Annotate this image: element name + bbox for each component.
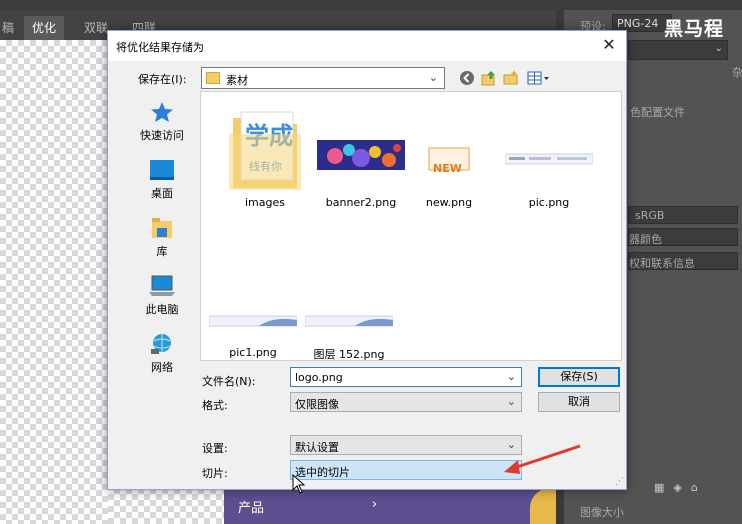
ps-dropdown[interactable]: ⌄: [628, 40, 728, 60]
place-label: 库: [156, 245, 168, 258]
format-value: 仅限图像: [295, 398, 339, 411]
filename-input[interactable]: logo.png ⌄: [290, 367, 522, 387]
file-name: banner2.png: [325, 196, 397, 209]
save-in-label: 保存在(I):: [138, 73, 187, 86]
slices-label: 切片:: [202, 467, 228, 480]
settings-value: 默认设置: [295, 441, 339, 454]
new-badge-thumbnail: [428, 147, 470, 171]
place-label: 桌面: [151, 187, 173, 200]
annotation-arrow: [504, 444, 581, 474]
file-name: images: [245, 196, 285, 209]
place-label: 此电脑: [145, 303, 179, 316]
partial-text: 杂: [732, 66, 742, 79]
lock-icon[interactable]: ⌂: [691, 481, 707, 494]
file-name: new.png: [425, 196, 473, 209]
cube-icon[interactable]: ◈: [673, 481, 690, 494]
file-name: 图层 152.png: [313, 348, 385, 361]
current-folder: 素材: [226, 74, 248, 87]
folder-dropdown[interactable]: 素材 ⌄: [201, 67, 445, 89]
watermark-logo: 黑马程: [664, 18, 725, 40]
canvas-transparency-bottom: [108, 488, 224, 524]
library-icon: [152, 218, 172, 238]
close-icon[interactable]: ✕: [592, 31, 626, 61]
browser-color-value: 器颜色: [629, 233, 662, 246]
star-icon: [151, 102, 173, 122]
canvas-transparency: [0, 40, 108, 524]
format-select[interactable]: 仅限图像 ⌄: [290, 392, 522, 412]
file-item-banner2[interactable]: banner2.png: [311, 104, 411, 224]
tab-original[interactable]: 稿: [0, 16, 22, 40]
new-folder-icon[interactable]: [502, 69, 520, 87]
metadata-field[interactable]: 权和联系信息: [628, 252, 738, 270]
file-list: 学成 线有你 images banner2.png NE: [200, 91, 622, 361]
color-space-value: sRGB: [635, 209, 665, 222]
folder-icon: 学成 线有你: [229, 111, 301, 190]
file-name: pic.png: [528, 196, 570, 209]
format-label: 格式:: [202, 399, 228, 412]
place-network[interactable]: 网络: [124, 329, 200, 387]
ps-menubar: [0, 0, 742, 10]
tab-optimized[interactable]: 优化: [24, 16, 65, 40]
preset-value: PNG-24: [617, 17, 659, 30]
chevron-down-icon: ⌄: [506, 395, 516, 408]
place-label: 网络: [151, 361, 173, 374]
panel-icons: ▦◈⌂: [654, 481, 707, 494]
resize-grip-icon[interactable]: ⋰: [615, 477, 624, 487]
grid-icon[interactable]: ▦: [654, 481, 673, 494]
color-space-field[interactable]: sRGB: [628, 206, 738, 224]
strip-thumbnail: [505, 153, 593, 165]
new-badge-text: NEW: [433, 162, 462, 175]
computer-icon: [149, 275, 175, 296]
file-item-layer152[interactable]: 图层 152.png: [299, 254, 399, 374]
file-item-pic[interactable]: pic.png: [499, 104, 599, 224]
chevron-down-icon: ⌄: [714, 43, 723, 54]
mouse-cursor-icon: [292, 474, 306, 494]
desktop-icon: [150, 160, 174, 180]
dialog-title: 将优化结果存储为: [116, 41, 204, 54]
up-folder-icon[interactable]: [480, 69, 498, 87]
settings-select[interactable]: 默认设置 ⌄: [290, 435, 522, 455]
file-item-images[interactable]: 学成 线有你 images: [215, 104, 315, 224]
cancel-button[interactable]: 取消: [538, 392, 620, 412]
save-button[interactable]: 保存(S): [538, 367, 620, 387]
places-bar: 快速访问 桌面 库 此电脑 网络: [124, 97, 200, 387]
back-icon[interactable]: [458, 69, 476, 87]
folder-icon: [206, 72, 220, 84]
filename-value: logo.png: [295, 371, 343, 384]
banner-thumbnail: [317, 140, 405, 170]
place-quick-access[interactable]: 快速访问: [124, 97, 200, 155]
file-item-pic1[interactable]: pic1.png: [203, 254, 303, 374]
color-profile-text: 色配置文件: [630, 106, 685, 119]
place-label: 快速访问: [140, 129, 184, 142]
place-this-pc[interactable]: 此电脑: [124, 271, 200, 329]
chevron-down-icon[interactable]: ⌄: [507, 370, 516, 383]
metadata-value: 权和联系信息: [629, 257, 695, 270]
image-size-label: 图像大小: [580, 506, 624, 519]
settings-label: 设置:: [202, 442, 228, 455]
browser-color-field[interactable]: 器颜色: [628, 228, 738, 246]
strip-thumbnail: [209, 315, 297, 327]
canvas-chevron-icon: ›: [372, 497, 378, 512]
network-icon: [151, 334, 172, 354]
canvas-product-label: 产品: [238, 501, 265, 516]
slices-select[interactable]: 选中的切片 ⌄: [290, 460, 522, 480]
filename-label: 文件名(N):: [202, 375, 256, 388]
place-desktop[interactable]: 桌面: [124, 155, 200, 213]
place-library[interactable]: 库: [124, 213, 200, 271]
chevron-down-icon: ⌄: [428, 71, 438, 84]
dialog-titlebar: 将优化结果存储为 ✕: [108, 31, 626, 61]
canvas-nav-bar: [224, 488, 554, 524]
save-optimized-dialog: 将优化结果存储为 ✕ 保存在(I): 素材 ⌄ 快速访问 桌面 库 此电脑 网络…: [107, 30, 627, 490]
file-item-new[interactable]: NEW new.png: [399, 104, 499, 224]
strip-thumbnail: [305, 315, 393, 327]
view-menu-icon[interactable]: [526, 69, 552, 87]
file-name: pic1.png: [229, 346, 277, 359]
